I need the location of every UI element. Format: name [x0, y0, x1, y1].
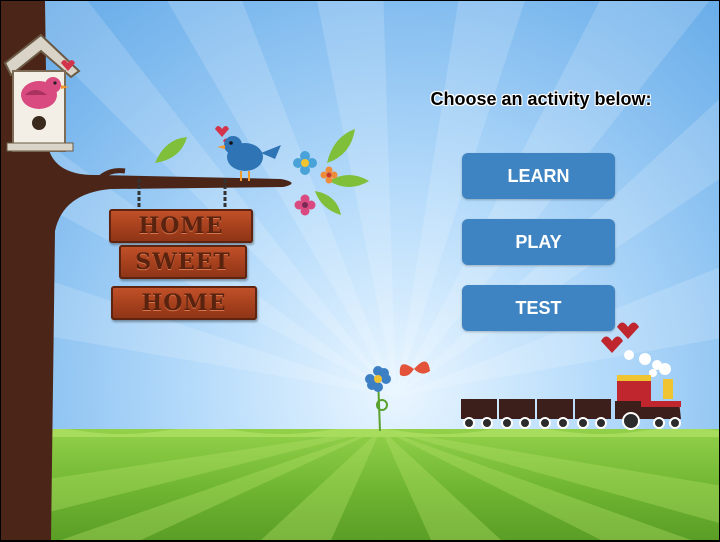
leaf-icon [155, 137, 187, 163]
learn-button[interactable]: LEARN [462, 153, 615, 199]
game-scene: HOME SWEET HOME Choose an activity below… [1, 1, 719, 540]
leaf-icon [327, 129, 355, 163]
heart-icon [601, 336, 623, 353]
flower-icon [365, 366, 391, 392]
test-button[interactable]: TEST [462, 285, 615, 331]
field-decorations [365, 361, 430, 432]
butterfly-icon [399, 361, 430, 377]
flower-icon [294, 194, 316, 216]
train-icon [461, 322, 681, 430]
steam-icon [624, 350, 671, 377]
activity-prompt: Choose an activity below: [430, 89, 652, 109]
pink-bird-icon [21, 77, 69, 109]
flower-icon [293, 151, 317, 175]
sign-line-sweet: SWEET [119, 245, 247, 279]
leaf-icon [315, 191, 341, 215]
sign-line-home-bottom: HOME [111, 286, 257, 320]
play-button[interactable]: PLAY [462, 219, 615, 265]
heart-icon [617, 322, 639, 339]
blue-bird-icon [215, 126, 281, 181]
